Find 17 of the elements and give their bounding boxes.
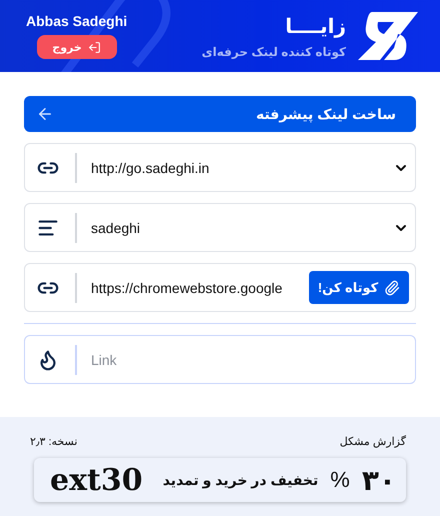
domain-select[interactable]: http://go.sadeghi.in bbox=[24, 143, 416, 192]
user-name: Abbas Sadeghi bbox=[26, 13, 128, 29]
percent-sign: % bbox=[330, 467, 350, 493]
promo-text: تخفیف در خرید و تمدید bbox=[162, 472, 318, 488]
shorten-button[interactable]: کوتاه کن! bbox=[309, 271, 409, 304]
logo-icon bbox=[358, 10, 420, 62]
alias-select[interactable]: sadeghi bbox=[24, 203, 416, 252]
discount-amount: ۳۰ bbox=[362, 464, 396, 496]
promo-code: ext30 bbox=[50, 462, 143, 498]
version-label: نسخه: ۲٫۳ bbox=[30, 435, 78, 448]
title-text: ساخت لینک پیشرفته bbox=[256, 106, 396, 122]
link-field[interactable]: Link bbox=[24, 335, 416, 384]
logout-icon bbox=[88, 40, 101, 54]
report-problem-link[interactable]: گزارش مشکل bbox=[340, 435, 406, 448]
brand-tagline: کوتاه کننده لینک حرفه‌ای bbox=[202, 44, 346, 58]
brand-name: زایــــا bbox=[285, 14, 346, 38]
paperclip-icon bbox=[384, 280, 400, 296]
